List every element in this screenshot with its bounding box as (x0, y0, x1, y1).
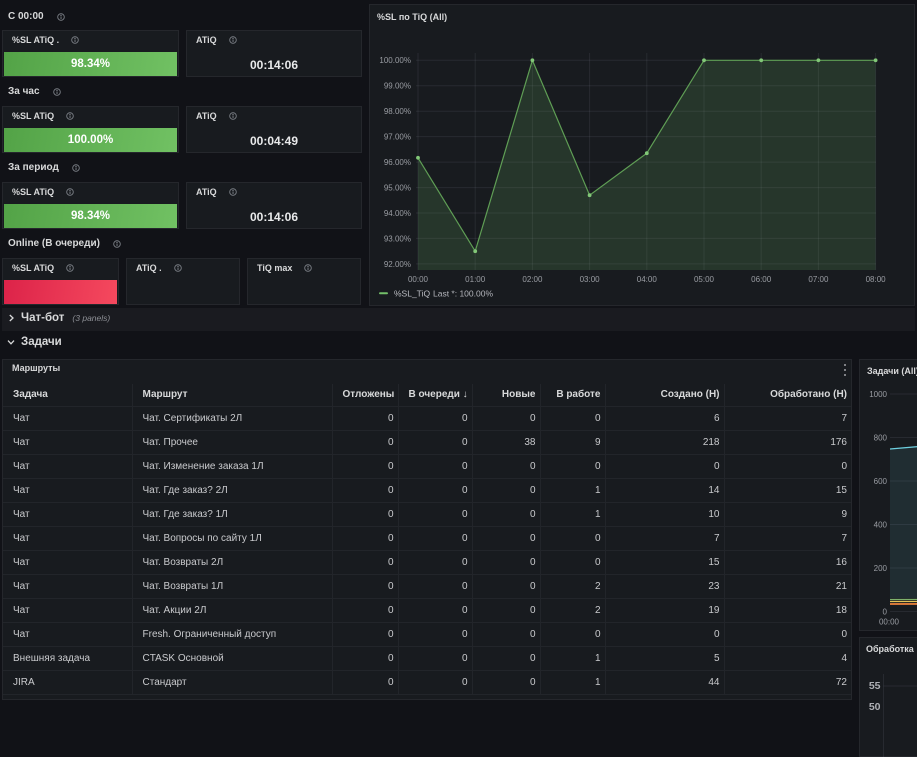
svg-text:05:00: 05:00 (694, 275, 715, 284)
svg-text:06:00: 06:00 (751, 275, 772, 284)
svg-text:98.00%: 98.00% (384, 107, 411, 116)
svg-text:Last *: 100.00%: Last *: 100.00% (433, 289, 493, 299)
svg-text:00:00: 00:00 (879, 618, 900, 627)
svg-text:94.00%: 94.00% (384, 209, 411, 218)
svg-text:600: 600 (874, 477, 888, 486)
svg-text:0: 0 (883, 607, 888, 616)
svg-text:400: 400 (874, 520, 888, 529)
svg-text:08:00: 08:00 (866, 275, 887, 284)
svg-text:97.00%: 97.00% (384, 133, 411, 142)
svg-text:07:00: 07:00 (808, 275, 829, 284)
svg-text:95.00%: 95.00% (384, 184, 411, 193)
svg-text:93.00%: 93.00% (384, 234, 411, 243)
svg-text:800: 800 (874, 433, 888, 442)
svg-text:100.00%: 100.00% (379, 56, 411, 65)
svg-text:%SL_TiQ: %SL_TiQ (394, 289, 430, 299)
svg-text:1000: 1000 (869, 390, 887, 399)
svg-text:04:00: 04:00 (637, 275, 658, 284)
svg-text:96.00%: 96.00% (384, 158, 411, 167)
svg-text:99.00%: 99.00% (384, 82, 411, 91)
svg-text:02:00: 02:00 (522, 275, 543, 284)
svg-text:92.00%: 92.00% (384, 260, 411, 269)
svg-text:200: 200 (874, 564, 888, 573)
svg-text:03:00: 03:00 (580, 275, 601, 284)
svg-text:00:00: 00:00 (408, 275, 429, 284)
svg-text:55: 55 (869, 680, 881, 692)
svg-text:01:00: 01:00 (465, 275, 486, 284)
